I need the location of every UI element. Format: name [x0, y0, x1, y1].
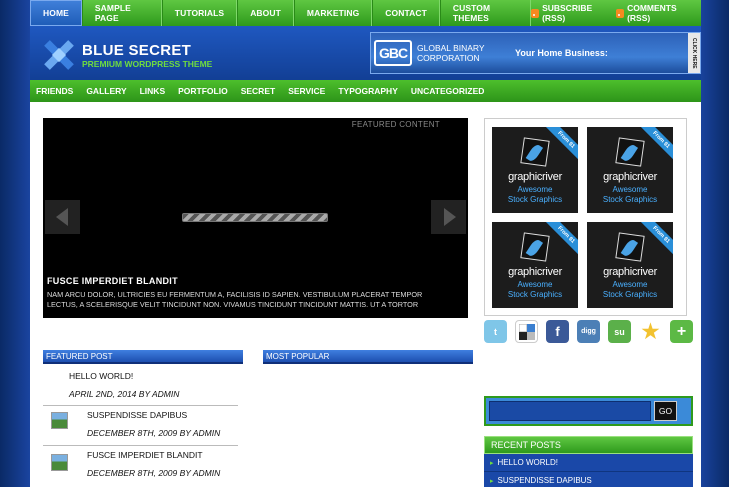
nav-marketing[interactable]: Marketing — [293, 0, 373, 26]
rss-icon — [616, 8, 625, 18]
arrow-right-icon — [443, 208, 456, 226]
post-title[interactable]: SUSPENDISSE DAPIBUS — [87, 410, 238, 420]
graphicriver-logo-icon — [520, 232, 550, 262]
digg-icon[interactable]: digg — [577, 320, 600, 343]
category-service[interactable]: Service — [288, 86, 325, 96]
category-links[interactable]: Links — [140, 86, 166, 96]
post-meta: DECEMBER 8TH, 2009 BY ADMIN — [87, 468, 221, 478]
category-friends[interactable]: Friends — [36, 86, 73, 96]
loading-bar — [182, 213, 328, 222]
header-banner-ad[interactable]: GBC GLOBAL BINARY CORPORATION Your Home … — [370, 32, 701, 74]
ad-grid: From $1 graphicriver Awesome Stock Graphi… — [484, 118, 687, 316]
post-thumbnail[interactable] — [51, 454, 68, 471]
ad-brand: graphicriver — [603, 266, 657, 278]
featured-post-item: SUSPENDISSE DAPIBUS DECEMBER 8TH, 2009 B… — [43, 408, 238, 446]
nav-custom-themes[interactable]: Custom Themes — [439, 0, 532, 26]
ad-brand: graphicriver — [508, 171, 562, 183]
slider-caption: FUSCE IMPERDIET BLANDIT NAM ARCU DOLOR, … — [47, 276, 452, 310]
arrow-left-icon — [55, 208, 68, 226]
ad-graphicriver[interactable]: From $1 graphicriver Awesome Stock Graphi… — [587, 222, 673, 308]
ad-brand: graphicriver — [603, 171, 657, 183]
banner-company-line2: CORPORATION — [417, 53, 480, 63]
twitter-icon[interactable]: t — [484, 320, 507, 343]
category-gallery[interactable]: Gallery — [86, 86, 126, 96]
favorite-star-icon[interactable]: ★ — [639, 320, 662, 343]
ad-graphicriver[interactable]: From $1 graphicriver Awesome Stock Graphi… — [492, 222, 578, 308]
graphicriver-logo-icon — [520, 137, 550, 167]
ad-badge: From $1 — [545, 127, 578, 161]
subscribe-rss-label: Subscribe (RSS) — [542, 3, 593, 23]
ad-line2: Stock Graphics — [507, 290, 563, 299]
banner-tagline: Your Home Business: — [515, 48, 608, 58]
ad-graphicriver[interactable]: From $1 graphicriver Awesome Stock Graphi… — [492, 127, 578, 213]
most-popular-heading: MOST POPULAR — [263, 350, 473, 364]
nav-sample-page[interactable]: Sample Page — [81, 0, 162, 26]
banner-company-line1: GLOBAL BINARY — [417, 43, 485, 53]
ad-badge: From $1 — [640, 222, 673, 256]
stumbleupon-icon[interactable]: su — [608, 320, 631, 343]
ad-brand: graphicriver — [508, 266, 562, 278]
category-navigation: Friends Gallery Links Portfolio Secret S… — [30, 80, 701, 102]
post-title[interactable]: FUSCE IMPERDIET BLANDIT — [87, 450, 238, 460]
banner-click-here[interactable]: CLICK HERE — [688, 33, 700, 73]
delicious-icon[interactable] — [515, 320, 538, 343]
search-go-button[interactable]: GO — [654, 401, 677, 421]
site-logo[interactable]: BLUE SECRET PREMIUM WORDPRESS THEME — [42, 38, 212, 72]
slider-caption-text: NAM ARCU DOLOR, ULTRICIES EU FERMENTUM A… — [47, 290, 423, 309]
post-title[interactable]: HELLO WORLD! — [69, 371, 238, 381]
logo-subtitle: PREMIUM WORDPRESS THEME — [82, 58, 213, 69]
top-navigation: Home Sample Page Tutorials About Marketi… — [30, 0, 701, 26]
featured-post-item: FUSCE IMPERDIET BLANDIT DECEMBER 8TH, 20… — [43, 448, 238, 487]
post-thumbnail[interactable] — [51, 412, 68, 429]
post-meta: DECEMBER 8TH, 2009 BY ADMIN — [87, 428, 221, 438]
recent-posts-widget: RECENT POSTS HELLO WORLD! SUSPENDISSE DA… — [484, 436, 693, 487]
slider-caption-title[interactable]: FUSCE IMPERDIET BLANDIT — [47, 276, 452, 286]
ad-line2: Stock Graphics — [602, 195, 658, 204]
subscribe-rss-link[interactable]: Subscribe (RSS) — [531, 3, 606, 23]
nav-about[interactable]: About — [237, 0, 294, 26]
featured-post-item: HELLO WORLD! APRIL 2ND, 2014 BY ADMIN — [43, 371, 238, 406]
graphicriver-logo-icon — [615, 137, 645, 167]
comments-rss-link[interactable]: Comments (RSS) — [616, 3, 691, 23]
ad-line1: Awesome — [517, 280, 553, 289]
category-typography[interactable]: Typography — [338, 86, 398, 96]
logo-x-icon — [42, 38, 76, 72]
category-portfolio[interactable]: Portfolio — [178, 86, 228, 96]
comments-rss-label: Comments (RSS) — [627, 3, 677, 23]
nav-tutorials[interactable]: Tutorials — [161, 0, 238, 26]
social-bookmarks: t f digg su ★ + — [484, 320, 693, 343]
site-header: BLUE SECRET PREMIUM WORDPRESS THEME GBC … — [30, 26, 701, 80]
banner-logo: GBC — [374, 40, 412, 66]
featured-slider: FEATURED CONTENT FUSCE IMPERDIET BLANDIT… — [43, 118, 468, 318]
ad-line2: Stock Graphics — [507, 195, 563, 204]
search-form: GO — [484, 396, 693, 426]
ad-badge: From $1 — [640, 127, 673, 161]
rss-icon — [531, 8, 540, 18]
logo-title: BLUE SECRET — [82, 41, 192, 59]
slider-prev-button[interactable] — [45, 200, 80, 234]
add-plus-icon[interactable]: + — [670, 320, 693, 343]
category-uncategorized[interactable]: Uncategorized — [411, 86, 485, 96]
ad-badge: From $1 — [545, 222, 578, 256]
featured-post-heading: FEATURED POST — [43, 350, 243, 364]
ad-line2: Stock Graphics — [602, 290, 658, 299]
slider-next-button[interactable] — [431, 200, 466, 234]
ad-line1: Awesome — [517, 185, 553, 194]
recent-posts-heading: RECENT POSTS — [484, 436, 693, 454]
slider-label: FEATURED CONTENT — [351, 120, 440, 129]
nav-home[interactable]: Home — [30, 0, 82, 26]
ad-line1: Awesome — [612, 185, 648, 194]
recent-post-link[interactable]: HELLO WORLD! — [484, 454, 693, 472]
category-secret[interactable]: Secret — [241, 86, 275, 96]
nav-contact[interactable]: Contact — [372, 0, 440, 26]
main-content: FEATURED CONTENT FUSCE IMPERDIET BLANDIT… — [30, 102, 701, 487]
ad-graphicriver[interactable]: From $1 graphicriver Awesome Stock Graphi… — [587, 127, 673, 213]
ad-line1: Awesome — [612, 280, 648, 289]
search-input[interactable] — [489, 401, 651, 421]
rss-links: Subscribe (RSS) Comments (RSS) — [531, 3, 701, 23]
graphicriver-logo-icon — [615, 232, 645, 262]
post-meta: APRIL 2ND, 2014 BY ADMIN — [69, 389, 180, 399]
facebook-icon[interactable]: f — [546, 320, 569, 343]
recent-post-link[interactable]: SUSPENDISSE DAPIBUS — [484, 472, 693, 487]
